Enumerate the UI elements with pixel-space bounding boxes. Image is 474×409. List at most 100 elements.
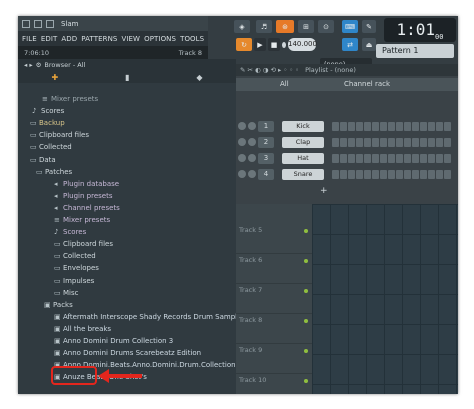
track-header[interactable]: Track 10 bbox=[236, 374, 312, 394]
channel-name[interactable]: Snare bbox=[282, 169, 324, 180]
track-header[interactable]: Track 8 bbox=[236, 314, 312, 344]
track-mute-icon[interactable] bbox=[304, 379, 308, 383]
browser-item[interactable]: ▭ Data bbox=[18, 154, 236, 166]
browser-item[interactable]: ▣ Packs bbox=[18, 299, 236, 311]
channel-name[interactable]: Hat bbox=[282, 153, 324, 164]
plugin-icon: ◂ bbox=[54, 203, 58, 212]
menu-file[interactable]: FILE bbox=[22, 35, 37, 43]
browser-item[interactable]: ◂ Plugin database bbox=[18, 178, 236, 190]
channel-number[interactable]: 3 bbox=[258, 153, 274, 164]
channel-knobs[interactable] bbox=[238, 170, 256, 178]
menu-options[interactable]: OPTIONS bbox=[144, 35, 176, 43]
browser-item[interactable]: ▭ Impulses bbox=[18, 275, 236, 287]
browser-item[interactable]: ≡ Mixer presets bbox=[18, 214, 236, 226]
browser-item[interactable]: ▣ All the breaks bbox=[18, 323, 236, 335]
channel-rack-header: All Channel rack bbox=[236, 78, 458, 91]
blend-icon[interactable]: ⊞ bbox=[298, 20, 314, 33]
browser-item[interactable]: ▭ Collected bbox=[18, 141, 236, 153]
tempo-field[interactable]: 140.000 bbox=[288, 38, 317, 51]
record-button[interactable] bbox=[282, 38, 286, 51]
wait-icon[interactable]: ⊙ bbox=[318, 20, 334, 33]
browser-item[interactable]: ▭ Patches bbox=[18, 166, 236, 178]
channel-row[interactable]: 2 Clap bbox=[236, 136, 458, 150]
track-header[interactable]: Track 7 bbox=[236, 284, 312, 314]
channel-knobs[interactable] bbox=[238, 154, 256, 162]
track-mute-icon[interactable] bbox=[304, 289, 308, 293]
browser-item[interactable]: ♪ Scores bbox=[18, 226, 236, 238]
browser-item[interactable]: ▭ Backup bbox=[18, 117, 236, 129]
add-channel-icon[interactable]: + bbox=[320, 186, 328, 196]
settings-icon[interactable]: ⚙ bbox=[36, 61, 42, 69]
browser-item[interactable]: ▭ Clipboard files bbox=[18, 238, 236, 250]
pattern-selector[interactable]: Pattern 1 bbox=[376, 44, 454, 58]
step-sequencer[interactable] bbox=[332, 170, 451, 179]
window-icon[interactable] bbox=[22, 19, 30, 28]
playlist-tools-icon[interactable]: ✎ ✂ ◐ ◑ ⟲ ▸ ◦ ◦ ◦ bbox=[240, 66, 299, 74]
channel-row[interactable]: 4 Snare bbox=[236, 168, 458, 182]
snap-icon[interactable]: ⇄ bbox=[342, 38, 358, 51]
menu-tools[interactable]: TOOLS bbox=[180, 35, 204, 43]
typing-keyboard-icon[interactable]: ⌨ bbox=[342, 20, 358, 33]
browser-item[interactable]: ▣ Anno Domini Drum Collection 3 bbox=[18, 335, 236, 347]
hint-track: Track 8 bbox=[178, 48, 202, 57]
browser-item-label: Backup bbox=[39, 119, 65, 128]
sort-icon[interactable]: ◆ bbox=[196, 73, 202, 82]
pattern-song-toggle[interactable]: ◈ bbox=[234, 20, 250, 33]
menu-patterns[interactable]: PATTERNS bbox=[81, 35, 117, 43]
play-button[interactable]: ▶ bbox=[254, 38, 266, 51]
track-header[interactable]: Track 9 bbox=[236, 344, 312, 374]
browser-item[interactable]: ◂ Channel presets bbox=[18, 202, 236, 214]
menu-add[interactable]: ADD bbox=[61, 35, 77, 43]
pat-song-switch[interactable]: ↻ bbox=[236, 38, 252, 51]
menu-view[interactable]: VIEW bbox=[121, 35, 140, 43]
track-label: Track 9 bbox=[239, 346, 263, 354]
channel-knobs[interactable] bbox=[238, 138, 256, 146]
playlist-area: Track 5 Track 6 Track 7 Track 8 Track 9 … bbox=[236, 204, 458, 394]
browser-item-label: Scores bbox=[41, 107, 65, 116]
browser-item[interactable]: ≡ Mixer presets bbox=[18, 93, 236, 105]
channel-name[interactable]: Clap bbox=[282, 137, 324, 148]
record-mode-icon[interactable]: ⊛ bbox=[276, 20, 294, 33]
step-sequencer[interactable] bbox=[332, 138, 451, 147]
track-mute-icon[interactable] bbox=[304, 259, 308, 263]
browser-item[interactable]: ◂ Plugin presets bbox=[18, 190, 236, 202]
browser-item[interactable]: ▣ Aftermath Interscope Shady Records Drum… bbox=[18, 311, 236, 323]
channel-row[interactable]: 3 Hat bbox=[236, 152, 458, 166]
browser-item[interactable]: ▭ Collected bbox=[18, 250, 236, 262]
channel-number[interactable]: 1 bbox=[258, 121, 274, 132]
playlist-grid[interactable] bbox=[312, 204, 458, 394]
minimize-icon[interactable] bbox=[34, 19, 42, 28]
track-mute-icon[interactable] bbox=[304, 319, 308, 323]
browser-toolbar: ✚ ▮ ◆ bbox=[18, 71, 236, 83]
back-icon[interactable]: ◂ ▸ bbox=[24, 61, 33, 69]
browser-item[interactable]: ▭ Misc bbox=[18, 287, 236, 299]
channel-number[interactable]: 2 bbox=[258, 137, 274, 148]
tool-icon[interactable]: ✎ bbox=[362, 20, 376, 33]
channel-name[interactable]: Kick bbox=[282, 121, 324, 132]
folder-icon: ▭ bbox=[54, 276, 61, 285]
channel-row[interactable]: 1 Kick bbox=[236, 120, 458, 134]
track-header[interactable]: Track 5 bbox=[236, 224, 312, 254]
channel-number[interactable]: 4 bbox=[258, 169, 274, 180]
step-sequencer[interactable] bbox=[332, 154, 451, 163]
rack-filter[interactable]: All bbox=[280, 78, 289, 91]
track-header[interactable]: Track 6 bbox=[236, 254, 312, 284]
browser-item[interactable]: ♪ Scores bbox=[18, 105, 236, 117]
stop-button[interactable]: ■ bbox=[268, 38, 280, 51]
channel-knobs[interactable] bbox=[238, 122, 256, 130]
track-mute-icon[interactable] bbox=[304, 229, 308, 233]
track-mute-icon[interactable] bbox=[304, 349, 308, 353]
stamp-icon[interactable]: ⏏ bbox=[362, 38, 376, 51]
menu-bar: FILE EDIT ADD PATTERNS VIEW OPTIONS TOOL… bbox=[18, 32, 212, 46]
maximize-icon[interactable] bbox=[46, 19, 54, 28]
browser-item[interactable]: ▭ Envelopes bbox=[18, 262, 236, 274]
add-icon[interactable]: ✚ bbox=[51, 73, 58, 82]
metronome-icon[interactable]: ♬ bbox=[256, 20, 272, 33]
step-sequencer[interactable] bbox=[332, 122, 451, 131]
browser-item[interactable]: ▣ Anno Domini Drums Scarebeatz Edition bbox=[18, 347, 236, 359]
menu-edit[interactable]: EDIT bbox=[41, 35, 58, 43]
track-label: Track 8 bbox=[239, 316, 263, 324]
browser-item[interactable]: ▭ Clipboard files bbox=[18, 129, 236, 141]
file-icon[interactable]: ▮ bbox=[125, 73, 129, 82]
project-title: Slam bbox=[61, 19, 79, 28]
